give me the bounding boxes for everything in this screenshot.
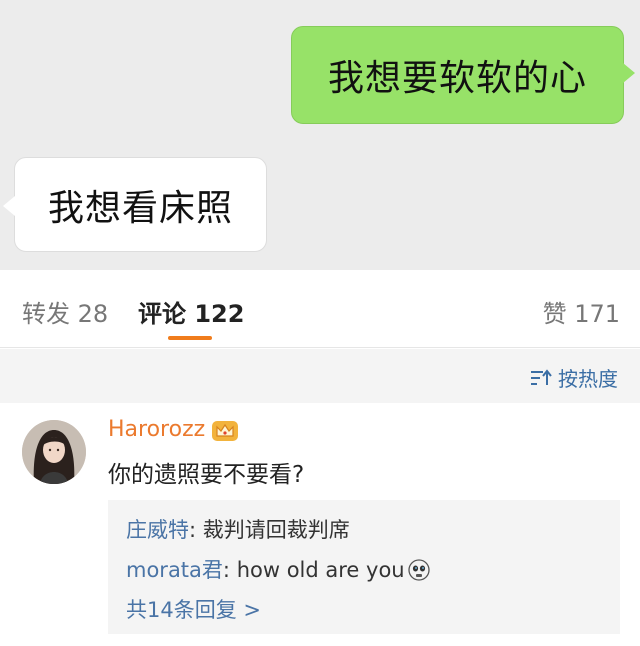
active-tab-indicator bbox=[168, 336, 212, 340]
comment-text: 你的遗照要不要看? bbox=[108, 462, 305, 488]
reply-text: how old are you bbox=[236, 558, 405, 582]
sort-bar: 按热度 bbox=[0, 349, 640, 403]
chat-message-received-text: 我想看床照 bbox=[47, 187, 233, 229]
tab-repost[interactable]: 转发 28 bbox=[22, 294, 108, 329]
more-replies-link[interactable]: 共14条回复 > bbox=[126, 590, 602, 630]
post-tabs: 转发 28 评论 122 赞 171 bbox=[0, 270, 640, 348]
sort-by-hot-button[interactable]: 按热度 bbox=[530, 363, 618, 392]
comment-item: Harorozz 你的遗照要不要看? 庄威特 : 裁判请回裁判席 morata君… bbox=[0, 403, 640, 646]
tab-likes[interactable]: 赞 171 bbox=[543, 294, 620, 329]
reply-separator: : bbox=[189, 518, 203, 542]
replies-box: 庄威特 : 裁判请回裁判席 morata君 : how old are you … bbox=[108, 500, 620, 634]
skull-emoji-icon bbox=[407, 559, 430, 581]
reply-text: 裁判请回裁判席 bbox=[202, 518, 350, 542]
comment-username[interactable]: Harorozz bbox=[108, 417, 205, 442]
reply-separator: : bbox=[222, 558, 237, 582]
chat-screenshot: 我想要软软的心 我想看床照 bbox=[0, 0, 640, 270]
chat-bubble-sent: 我想要软软的心 bbox=[291, 26, 635, 124]
reply-username[interactable]: 庄威特 bbox=[126, 510, 189, 550]
reply-item: morata君 : how old are you bbox=[126, 550, 602, 590]
reply-username[interactable]: morata君 bbox=[126, 550, 223, 590]
sort-label: 按热度 bbox=[558, 367, 618, 391]
chat-message-sent-text: 我想要软软的心 bbox=[327, 58, 587, 99]
comment-header: Harorozz bbox=[108, 417, 239, 442]
chat-bubble-received: 我想看床照 bbox=[3, 157, 267, 252]
tab-comments[interactable]: 评论 122 bbox=[138, 294, 244, 329]
reply-item: 庄威特 : 裁判请回裁判席 bbox=[126, 510, 602, 550]
sort-icon bbox=[531, 368, 552, 385]
crown-badge-icon bbox=[212, 420, 239, 441]
avatar-image bbox=[22, 420, 86, 484]
avatar[interactable] bbox=[22, 420, 86, 484]
